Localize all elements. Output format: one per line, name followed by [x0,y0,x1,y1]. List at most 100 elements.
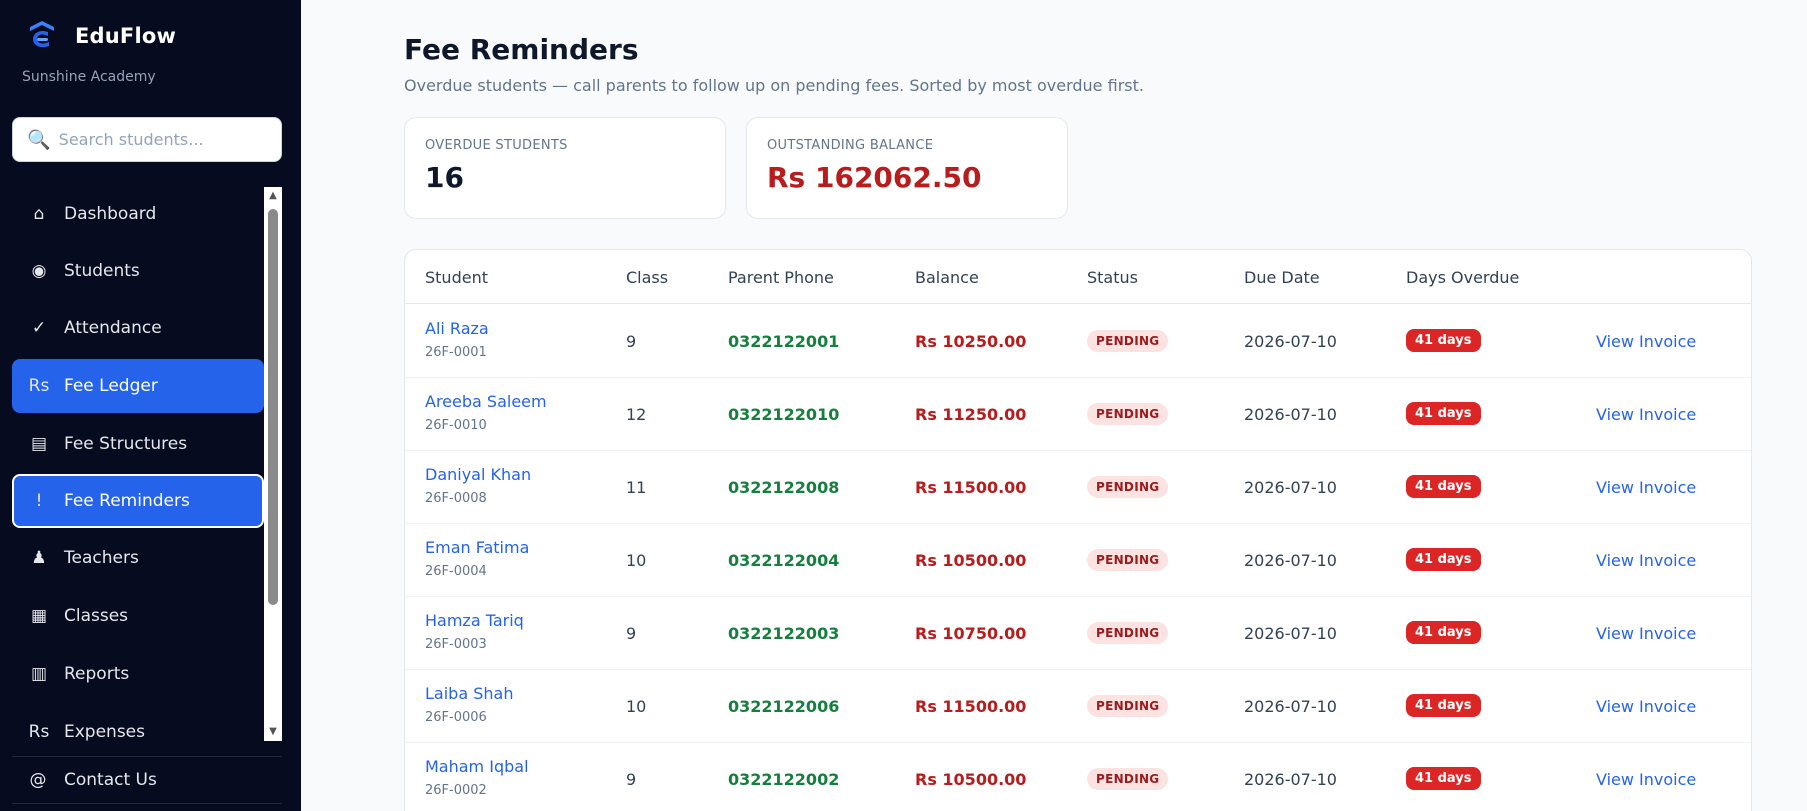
student-id: 26F-0003 [425,637,487,652]
sidebar-item-label: Dashboard [64,204,157,224]
view-invoice-link[interactable]: View Invoice [1596,551,1696,570]
student-name-link[interactable]: Maham Iqbal [425,757,529,776]
eduflow-logo-icon [30,21,54,48]
sidebar-item-label: Classes [64,606,129,626]
reports-icon: ▥ [30,664,48,684]
status-badge: PENDING [1087,622,1169,644]
school-name: Sunshine Academy [22,69,156,85]
balance: Rs 10750.00 [915,624,1027,643]
due-date: 2026-07-10 [1244,405,1337,424]
parent-phone[interactable]: 0322122010 [728,405,839,424]
outstanding-balance-card: OUTSTANDING BALANCE Rs 162062.50 [746,117,1068,219]
sidebar-item-fee-ledger[interactable]: Rs Fee Ledger [12,359,264,413]
sidebar-item-label: Fee Structures [64,434,188,454]
scrollbar-thumb[interactable] [268,209,278,605]
sidebar-item-fee-structures[interactable]: ▤ Fee Structures [12,417,264,471]
student-name-link[interactable]: Laiba Shah [425,684,513,703]
overdue-students-card: OVERDUE STUDENTS 16 [404,117,726,219]
student-class: 9 [626,770,637,789]
rupee-icon: Rs [28,722,50,741]
sidebar: EduFlow Sunshine Academy 🔍 ⌂ Dashboard ◉… [0,0,301,811]
student-name-link[interactable]: Eman Fatima [425,538,529,557]
status-badge: PENDING [1087,768,1169,790]
sidebar-item-reports[interactable]: ▥ Reports [12,647,264,701]
sidebar-item-label: Reports [64,664,130,684]
sidebar-item-fee-reminders[interactable]: ! Fee Reminders [12,474,264,528]
view-invoice-link[interactable]: View Invoice [1596,478,1696,497]
home-icon: ⌂ [33,204,45,224]
table-row: Eman Fatima 26F-0004 10 0322122004 Rs 10… [405,524,1751,597]
due-date: 2026-07-10 [1244,770,1337,789]
reminders-table: Student Class Parent Phone Balance Statu… [404,249,1752,811]
balance: Rs 10500.00 [915,551,1027,570]
parent-phone[interactable]: 0322122001 [728,332,839,351]
check-icon: ✓ [31,318,47,338]
table-header: Student Class Parent Phone Balance Statu… [405,250,1751,304]
sidebar-item-dashboard[interactable]: ⌂ Dashboard [12,187,264,241]
student-name-link[interactable]: Daniyal Khan [425,465,531,484]
sidebar-item-attendance[interactable]: ✓ Attendance [12,301,264,355]
status-badge: PENDING [1087,330,1169,352]
sidebar-nav: ⌂ Dashboard ◉ Students ✓ Attendance Rs F… [0,187,264,741]
student-id: 26F-0008 [425,491,487,506]
header-due-date: Due Date [1244,268,1320,287]
student-name-link[interactable]: Ali Raza [425,319,489,338]
sidebar-item-expenses[interactable]: Rs Expenses [12,705,264,741]
page-title: Fee Reminders [404,33,639,66]
scroll-up-arrow-icon[interactable]: ▲ [264,187,282,205]
brand[interactable]: EduFlow [28,20,176,52]
header-status: Status [1087,268,1138,287]
header-parent-phone: Parent Phone [728,268,834,287]
days-overdue-badge: 41 days [1406,694,1481,717]
sidebar-item-classes[interactable]: ▦ Classes [12,589,264,643]
parent-phone[interactable]: 0322122002 [728,770,839,789]
sidebar-scrollbar[interactable]: ▲ ▼ [264,187,282,741]
sidebar-item-contact-us[interactable]: @ Contact Us [12,756,282,804]
alert-icon: ! [35,491,43,511]
search-input[interactable] [58,130,259,149]
header-balance: Balance [915,268,979,287]
at-icon: @ [29,770,47,790]
teacher-icon: ♟ [31,548,47,568]
days-overdue-badge: 41 days [1406,402,1481,425]
sidebar-item-teachers[interactable]: ♟ Teachers [12,531,264,585]
student-class: 10 [626,551,647,570]
sidebar-item-label: Fee Reminders [64,491,190,511]
due-date: 2026-07-10 [1244,478,1337,497]
sidebar-item-label: Students [64,261,140,281]
student-class: 12 [626,405,647,424]
view-invoice-link[interactable]: View Invoice [1596,770,1696,789]
status-badge: PENDING [1087,695,1169,717]
days-overdue-badge: 41 days [1406,475,1481,498]
search-box[interactable]: 🔍 [12,117,282,162]
student-class: 9 [626,624,637,643]
student-name-link[interactable]: Hamza Tariq [425,611,524,630]
student-class: 11 [626,478,647,497]
view-invoice-link[interactable]: View Invoice [1596,697,1696,716]
table-row: Daniyal Khan 26F-0008 11 0322122008 Rs 1… [405,451,1751,524]
table-row: Ali Raza 26F-0001 9 0322122001 Rs 10250.… [405,305,1751,378]
status-badge: PENDING [1087,403,1169,425]
due-date: 2026-07-10 [1244,697,1337,716]
scroll-down-arrow-icon[interactable]: ▼ [264,723,282,741]
days-overdue-badge: 41 days [1406,621,1481,644]
due-date: 2026-07-10 [1244,332,1337,351]
sidebar-item-label: Contact Us [64,770,157,790]
view-invoice-link[interactable]: View Invoice [1596,405,1696,424]
days-overdue-badge: 41 days [1406,329,1481,352]
student-name-link[interactable]: Areeba Saleem [425,392,547,411]
sidebar-item-students[interactable]: ◉ Students [12,244,264,298]
parent-phone[interactable]: 0322122004 [728,551,839,570]
card-label: OVERDUE STUDENTS [425,138,568,153]
parent-phone[interactable]: 0322122008 [728,478,839,497]
view-invoice-link[interactable]: View Invoice [1596,332,1696,351]
parent-phone[interactable]: 0322122003 [728,624,839,643]
students-icon: ◉ [31,261,47,281]
sidebar-item-label: Teachers [64,548,139,568]
parent-phone[interactable]: 0322122006 [728,697,839,716]
view-invoice-link[interactable]: View Invoice [1596,624,1696,643]
table-row: Laiba Shah 26F-0006 10 0322122006 Rs 115… [405,670,1751,743]
due-date: 2026-07-10 [1244,624,1337,643]
table-row: Maham Iqbal 26F-0002 9 0322122002 Rs 105… [405,743,1751,811]
header-class: Class [626,268,669,287]
